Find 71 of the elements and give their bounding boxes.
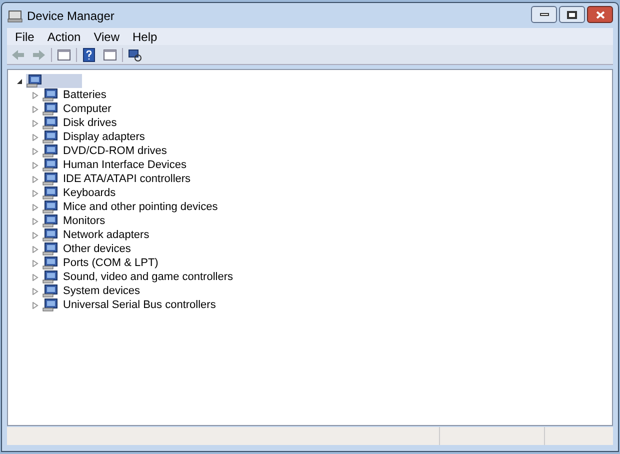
tree-item[interactable]: Disk drives xyxy=(63,116,117,130)
tree-item[interactable]: System devices xyxy=(63,284,140,298)
tree-item[interactable]: Monitors xyxy=(63,214,106,228)
device-icon xyxy=(42,144,58,158)
menu-item[interactable]: Help xyxy=(126,28,164,46)
scan-hardware-button[interactable] xyxy=(126,46,144,62)
tree-item[interactable]: Network adapters xyxy=(63,228,150,242)
device-icon xyxy=(42,284,58,298)
collapsed-caret-icon[interactable] xyxy=(32,92,39,98)
menu-item[interactable]: File xyxy=(9,28,40,46)
collapsed-caret-icon[interactable] xyxy=(32,260,39,266)
collapsed-caret-icon[interactable] xyxy=(32,148,39,154)
menu-item[interactable]: View xyxy=(88,28,126,46)
tree-item[interactable]: DVD/CD-ROM drives xyxy=(63,144,167,158)
tree-item[interactable]: Keyboards xyxy=(63,186,116,200)
close-button[interactable] xyxy=(587,6,613,23)
tree-item[interactable]: IDE ATA/ATAPI controllers xyxy=(63,172,191,186)
app-icon xyxy=(7,8,23,22)
collapsed-caret-icon[interactable] xyxy=(32,302,39,308)
properties-button[interactable] xyxy=(55,46,73,62)
help-icon xyxy=(83,48,95,62)
tree-item[interactable]: Sound, video and game controllers xyxy=(63,270,233,284)
left-arrow-icon xyxy=(11,48,25,60)
expanded-caret-icon[interactable] xyxy=(16,78,23,84)
computer-search-icon xyxy=(128,48,142,62)
window-title: Device Manager xyxy=(27,8,114,24)
tree-item[interactable]: Display adapters xyxy=(63,130,145,144)
maximize-button[interactable] xyxy=(559,6,585,23)
device-icon xyxy=(42,214,58,228)
tree-item[interactable]: Universal Serial Bus controllers xyxy=(63,298,216,312)
device-icon xyxy=(26,74,42,88)
device-icon xyxy=(42,200,58,214)
device-icon xyxy=(42,158,58,172)
view-button[interactable] xyxy=(101,46,119,62)
window-icon xyxy=(103,48,117,60)
device-icon xyxy=(42,270,58,284)
device-icon xyxy=(42,186,58,200)
collapsed-caret-icon[interactable] xyxy=(32,246,39,252)
menu-item[interactable]: Action xyxy=(41,28,87,46)
tree-item[interactable]: Computer xyxy=(63,102,112,116)
collapsed-caret-icon[interactable] xyxy=(32,162,39,168)
tree-item[interactable]: Human Interface Devices xyxy=(63,158,186,172)
right-arrow-icon xyxy=(32,48,46,60)
tree-item[interactable]: Ports (COM & LPT) xyxy=(63,256,158,270)
tree-item[interactable]: Mice and other pointing devices xyxy=(63,200,218,214)
collapsed-caret-icon[interactable] xyxy=(32,134,39,140)
collapsed-caret-icon[interactable] xyxy=(32,288,39,294)
device-icon xyxy=(42,88,58,102)
tree-item[interactable]: Batteries xyxy=(63,88,106,102)
collapsed-caret-icon[interactable] xyxy=(32,274,39,280)
help-button[interactable] xyxy=(80,46,98,62)
collapsed-caret-icon[interactable] xyxy=(32,120,39,126)
collapsed-caret-icon[interactable] xyxy=(32,106,39,112)
close-icon xyxy=(596,10,604,18)
computer-node[interactable] xyxy=(26,74,82,88)
window-icon xyxy=(57,48,71,60)
device-icon xyxy=(42,228,58,242)
device-icon xyxy=(42,102,58,116)
collapsed-caret-icon[interactable] xyxy=(32,232,39,238)
collapsed-caret-icon[interactable] xyxy=(32,204,39,210)
collapsed-caret-icon[interactable] xyxy=(32,176,39,182)
minimize-button[interactable] xyxy=(531,6,557,23)
collapsed-caret-icon[interactable] xyxy=(32,190,39,196)
collapsed-caret-icon[interactable] xyxy=(32,218,39,224)
device-icon xyxy=(42,242,58,256)
tree-item[interactable]: Other devices xyxy=(63,242,131,256)
device-icon xyxy=(42,256,58,270)
device-icon xyxy=(42,172,58,186)
device-icon xyxy=(42,116,58,130)
device-icon xyxy=(42,130,58,144)
device-icon xyxy=(42,298,58,312)
